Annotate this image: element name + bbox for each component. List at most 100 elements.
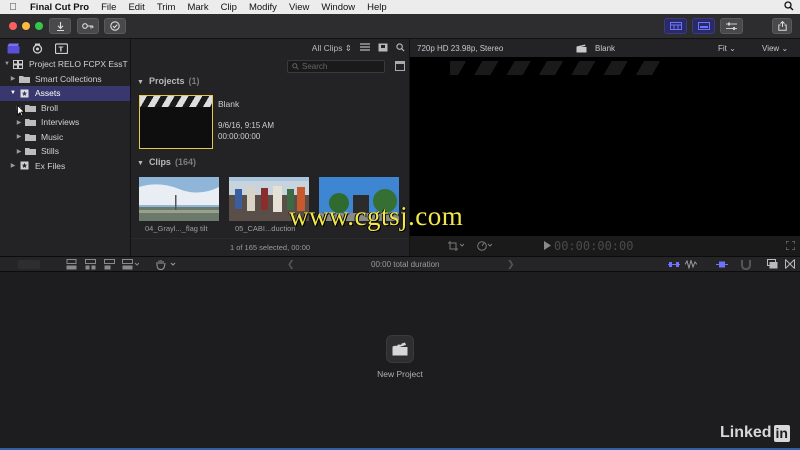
- clip-appearance-popup[interactable]: [767, 259, 778, 271]
- play-button[interactable]: [544, 241, 551, 252]
- disclosure-closed-icon[interactable]: ▶: [14, 119, 24, 126]
- disclosure-closed-icon[interactable]: ▶: [8, 162, 18, 169]
- new-project-label: New Project: [377, 369, 423, 379]
- clips-section-header[interactable]: ▼ Clips (164): [137, 157, 196, 167]
- previous-nav-arrow[interactable]: ❮: [287, 259, 295, 270]
- library-row-interviews[interactable]: ▶ Interviews: [0, 115, 130, 130]
- disclosure-open-icon[interactable]: ▼: [2, 61, 12, 67]
- menu-file[interactable]: File: [95, 2, 122, 13]
- viewer-clip-title: Blank: [576, 44, 615, 53]
- filmstrip-list-icon: [360, 43, 370, 51]
- clip-thumbnail[interactable]: [139, 177, 219, 221]
- import-button[interactable]: [49, 18, 71, 34]
- show-inspector-button[interactable]: [720, 18, 743, 34]
- clapper-board-icon: [392, 342, 408, 356]
- libraries-tab[interactable]: [6, 42, 20, 54]
- show-browser-button[interactable]: [664, 18, 687, 34]
- show-timeline-button[interactable]: [692, 18, 715, 34]
- window-zoom-button[interactable]: [35, 22, 43, 30]
- library-row-label: Assets: [35, 88, 61, 99]
- timeline-area[interactable]: New Project Linked in: [0, 272, 800, 450]
- search-icon: [292, 63, 299, 70]
- projects-section-header[interactable]: ▼ Projects (1): [137, 76, 199, 86]
- fullscreen-button[interactable]: [785, 240, 796, 252]
- camera-music-icon: [32, 43, 42, 54]
- connect-clip-button[interactable]: [66, 259, 77, 272]
- library-row-ex-files[interactable]: ▶ Ex Files: [0, 159, 130, 174]
- libraries-sidebar: T ▼ Project RELO FCPX EssT ▶ Smart Colle…: [0, 39, 131, 256]
- overwrite-clip-button[interactable]: [122, 259, 140, 272]
- library-row-project[interactable]: ▼ Project RELO FCPX EssT: [0, 57, 130, 72]
- viewer-header: 720p HD 23.98p, Stereo Blank Fit ⌄ View …: [410, 39, 800, 57]
- browser-layout-icon: [669, 22, 682, 30]
- insert-clip-button[interactable]: [85, 259, 96, 272]
- clapper-stripes: [140, 96, 212, 107]
- window-minimize-button[interactable]: [22, 22, 30, 30]
- zoom-popup[interactable]: Fit ⌄: [718, 44, 736, 53]
- clapper-graphic: [450, 61, 660, 75]
- spotlight-search-icon[interactable]: [778, 0, 800, 14]
- menu-help[interactable]: Help: [361, 2, 393, 13]
- chevron-down-icon: ⌄: [729, 43, 736, 53]
- window-toolbar: [0, 14, 800, 39]
- solo-toggle[interactable]: [716, 260, 728, 271]
- photos-audio-tab[interactable]: [30, 42, 44, 54]
- fullscreen-icon: [785, 240, 796, 251]
- speedometer-icon: [477, 241, 493, 251]
- list-view-toggle[interactable]: [360, 43, 370, 53]
- menu-edit[interactable]: Edit: [122, 2, 150, 13]
- menu-view[interactable]: View: [283, 2, 315, 13]
- disclosure-closed-icon[interactable]: ▶: [8, 75, 18, 82]
- event-star-icon: [18, 161, 30, 170]
- disclosure-closed-icon[interactable]: ▶: [14, 133, 24, 140]
- project-date: 9/6/16, 9:15 AM: [218, 121, 275, 130]
- library-row-label: Ex Files: [35, 160, 66, 171]
- key-icon: [82, 23, 94, 29]
- library-row-music[interactable]: ▶ Music: [0, 130, 130, 145]
- library-row-smart-collections[interactable]: ▶ Smart Collections: [0, 72, 130, 87]
- skimming-toggle[interactable]: [668, 260, 680, 271]
- app-menu[interactable]: Final Cut Pro: [26, 2, 95, 13]
- transform-tools-button[interactable]: [448, 240, 465, 253]
- timeline-index-button[interactable]: [18, 260, 40, 269]
- keywords-button[interactable]: [77, 18, 99, 34]
- project-name[interactable]: Blank: [218, 99, 239, 109]
- viewer: 720p HD 23.98p, Stereo Blank Fit ⌄ View …: [410, 39, 800, 256]
- next-nav-arrow[interactable]: ❯: [507, 259, 515, 270]
- view-popup[interactable]: View ⌄: [762, 44, 788, 53]
- library-row-stills[interactable]: ▶ Stills: [0, 144, 130, 159]
- menu-mark[interactable]: Mark: [181, 2, 214, 13]
- tools-popup[interactable]: [155, 259, 177, 272]
- clapper-icon: [576, 44, 587, 52]
- new-project-button[interactable]: [386, 335, 414, 363]
- linkedin-in-badge: in: [773, 424, 790, 442]
- menu-modify[interactable]: Modify: [243, 2, 283, 13]
- filmstrip-toggle-button[interactable]: [395, 61, 405, 71]
- sidebar-tabs: T: [0, 39, 130, 57]
- audio-skimming-toggle[interactable]: [684, 258, 698, 271]
- library-row-assets[interactable]: ▼ Assets: [0, 86, 130, 101]
- timeline-layout-icon: [697, 22, 710, 30]
- clip-name: 04_Grayl..._flag tilt: [145, 224, 208, 233]
- window-close-button[interactable]: [9, 22, 17, 30]
- browser-search-button[interactable]: [396, 42, 405, 54]
- project-thumbnail[interactable]: [139, 95, 213, 149]
- append-clip-button[interactable]: [104, 259, 115, 272]
- menu-clip[interactable]: Clip: [215, 2, 243, 13]
- speed-button[interactable]: [477, 240, 493, 253]
- snapping-toggle[interactable]: [741, 259, 751, 272]
- share-button[interactable]: [772, 18, 792, 34]
- apple-menu-icon[interactable]: : [0, 2, 26, 13]
- clip-filter-popup[interactable]: All Clips ⇕: [312, 43, 352, 54]
- skimming-icon: [668, 262, 680, 267]
- menu-window[interactable]: Window: [315, 2, 361, 13]
- browser-search-field[interactable]: Search: [287, 60, 385, 73]
- effects-browser-toggle[interactable]: [785, 259, 795, 271]
- viewer-canvas[interactable]: [410, 57, 800, 236]
- disclosure-open-icon[interactable]: ▼: [8, 90, 18, 96]
- background-tasks-button[interactable]: [104, 18, 126, 34]
- clip-appearance-button[interactable]: [378, 43, 388, 54]
- titles-generators-tab[interactable]: T: [54, 42, 68, 54]
- disclosure-closed-icon[interactable]: ▶: [14, 148, 24, 155]
- menu-trim[interactable]: Trim: [151, 2, 182, 13]
